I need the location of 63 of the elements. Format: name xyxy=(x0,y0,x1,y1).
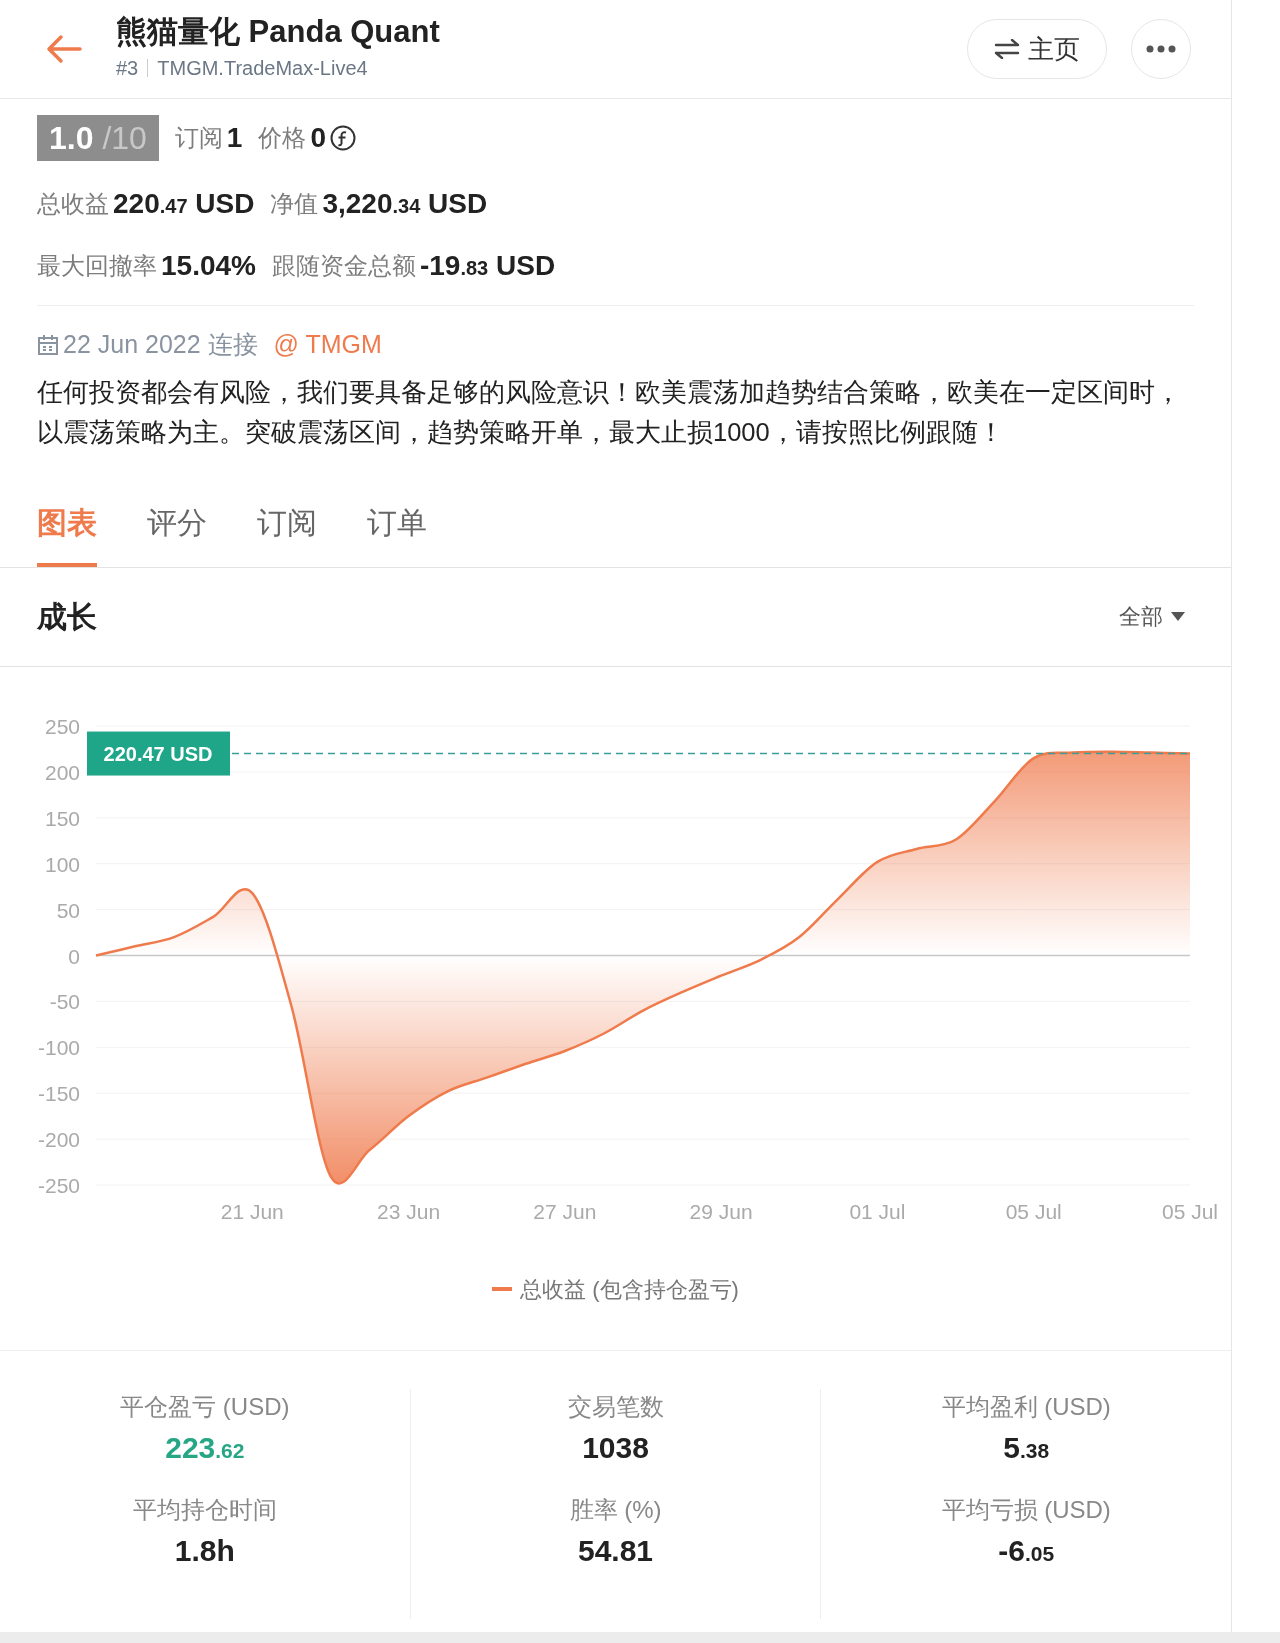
x-axis-label: 21 Jun xyxy=(220,1199,284,1223)
x-axis-label: 05 Jul xyxy=(1162,1199,1218,1223)
legend-label: 总收益 (包含持仓盈亏) xyxy=(520,1275,739,1304)
x-axis-label: 27 Jun xyxy=(533,1199,597,1223)
stat-label: 平均亏损 (USD) xyxy=(940,1494,1112,1525)
score-badge: 1.0 /10 xyxy=(37,115,159,161)
subscriptions-label: 订阅 xyxy=(174,123,223,153)
stat-value: 5.38 xyxy=(1003,1429,1050,1466)
swap-icon xyxy=(994,39,1020,59)
y-axis-label: -50 xyxy=(49,989,80,1013)
price-value: 0 xyxy=(310,121,326,155)
caret-icon xyxy=(1171,612,1185,621)
range-dropdown[interactable]: 全部 xyxy=(1113,599,1191,634)
stat-value: 1.8h xyxy=(174,1532,235,1569)
stat-label: 平均持仓时间 xyxy=(131,1494,278,1525)
metric-label: 最大回撤率 xyxy=(37,251,157,281)
page-title: 熊猫量化 Panda Quant xyxy=(116,14,441,50)
stat-value: 54.81 xyxy=(577,1532,654,1569)
back-arrow-icon[interactable] xyxy=(46,34,82,64)
x-axis-label: 29 Jun xyxy=(689,1199,753,1223)
price-label: 价格 xyxy=(258,123,307,153)
metric-value: -19.83 USD xyxy=(419,249,556,283)
value-badge: 220.47 USD xyxy=(87,731,230,776)
y-axis-label: 150 xyxy=(44,806,80,830)
stat-label: 交易笔数 xyxy=(566,1391,665,1422)
tab[interactable]: 评分 xyxy=(147,499,207,567)
stat-label: 平仓盈亏 (USD) xyxy=(119,1391,291,1422)
y-axis-label: -200 xyxy=(37,1127,80,1151)
y-axis-label: 0 xyxy=(68,944,80,967)
calendar-icon xyxy=(37,333,59,356)
stat-value: 1038 xyxy=(582,1429,649,1466)
metric-value: 220.47 USD xyxy=(113,187,255,221)
metric-value: 15.04% xyxy=(161,249,256,283)
metric-label: 跟随资金总额 xyxy=(271,251,416,281)
y-axis-label: 50 xyxy=(56,898,80,922)
tab[interactable]: 订单 xyxy=(367,499,427,567)
annotation: 220.47 USD xyxy=(103,742,213,765)
metric-label: 总收益 xyxy=(37,189,109,219)
stat-value: -6.05 xyxy=(998,1532,1055,1569)
y-axis-label: 250 xyxy=(44,714,80,738)
stat-value: 223.62 xyxy=(165,1429,245,1466)
metric-value: 3,220.34 USD xyxy=(322,187,488,221)
x-axis-label: 23 Jun xyxy=(377,1199,441,1223)
metric-label: 净值 xyxy=(270,189,319,219)
y-axis-label: 200 xyxy=(44,760,80,784)
section-title: 成长 xyxy=(37,599,97,635)
home-button[interactable]: 主页 xyxy=(967,19,1107,79)
y-axis-label: -100 xyxy=(37,1035,80,1059)
stat-label: 平均盈利 (USD) xyxy=(940,1391,1112,1422)
x-axis-label: 05 Jul xyxy=(1005,1199,1062,1223)
y-axis-label: -250 xyxy=(37,1173,80,1197)
stat-label: 胜率 (%) xyxy=(568,1494,663,1525)
y-axis-label: 100 xyxy=(44,852,80,876)
tab[interactable]: 订阅 xyxy=(257,499,317,567)
connection-date: 22 Jun 2022 连接 xyxy=(63,329,258,360)
strategy-description: 任何投资都会有风险，我们要具备足够的风险意识！欧美震荡加趋势结合策略，欧美在一定区间时，以震荡策略为主。突破震荡区间，趋势策略开单，最大止损1000，请按照比例跟随！ xyxy=(37,376,1182,448)
coin-icon xyxy=(330,125,356,151)
server-name: TMGM.TradeMax-Live4 xyxy=(157,56,368,82)
account-number: #3 xyxy=(116,56,139,82)
more-icon xyxy=(1146,45,1176,53)
x-axis-label: 01 Jul xyxy=(849,1199,906,1223)
subscriptions-count: 1 xyxy=(226,121,243,155)
y-axis-label: -150 xyxy=(37,1081,80,1105)
